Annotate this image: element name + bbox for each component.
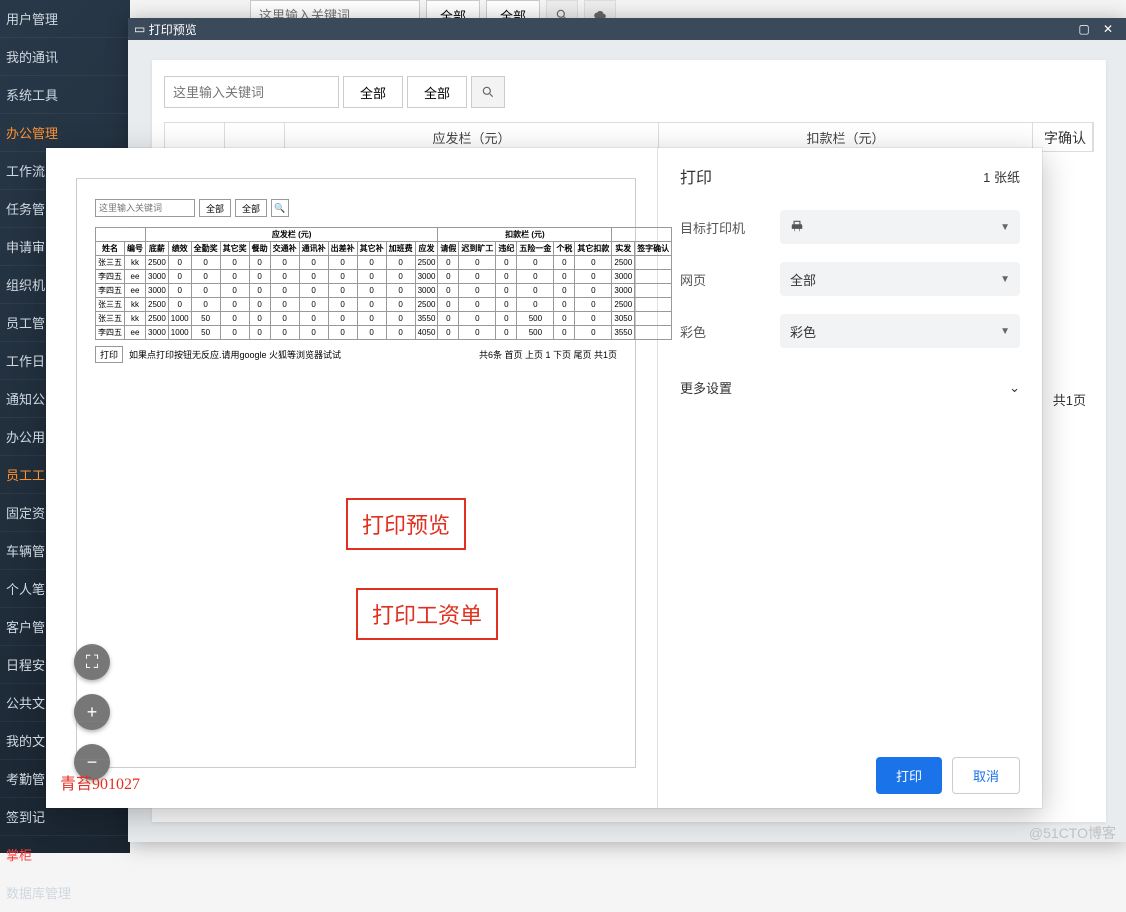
sidebar-item[interactable]: 组织机 xyxy=(0,266,130,304)
sidebar-item[interactable]: 通知公 xyxy=(0,380,130,418)
table-row: 张三五kk250010005000000003550000500003050 xyxy=(96,312,672,326)
more-settings[interactable]: 更多设置 ⌄ xyxy=(680,378,1020,397)
sidebar-item[interactable]: 我的文 xyxy=(0,722,130,760)
inner-select-2[interactable]: 全部 xyxy=(407,76,467,108)
more-label: 更多设置 xyxy=(680,378,732,397)
sidebar-item[interactable]: 任务管 xyxy=(0,190,130,228)
dest-label: 目标打印机 xyxy=(680,218,780,237)
color-label: 彩色 xyxy=(680,322,780,341)
inner-search-input[interactable] xyxy=(164,76,339,108)
print-dialog: 全部 全部 🔍 应发栏 (元)扣款栏 (元)姓名编号底薪绩效全勤奖其它奖餐助交通… xyxy=(46,148,1042,808)
sidebar-item[interactable]: 考勤管 xyxy=(0,760,130,798)
window-icon: ▭ xyxy=(134,22,145,36)
color-select[interactable]: 彩色 ▼ xyxy=(780,314,1020,348)
bg-pagecount: 共1页 xyxy=(1053,390,1086,409)
sidebar-item[interactable]: 客户管 xyxy=(0,608,130,646)
sidebar-item[interactable]: 工作日 xyxy=(0,342,130,380)
pages-value: 全部 xyxy=(790,270,816,289)
sidebar-item[interactable]: 固定资 xyxy=(0,494,130,532)
table-row: 李四五ee300010005000000004050000500003550 xyxy=(96,326,672,340)
table-row: 李四五ee300000000000030000000003000 xyxy=(96,270,672,284)
sidebar-item[interactable]: 数据库管理 xyxy=(0,874,130,912)
pv-print-hint: 如果点打印按钮无反应.请用google 火狐等浏览器试试 xyxy=(129,348,341,361)
annotation-preview: 打印预览 xyxy=(346,498,466,550)
bg-confirm-label: 字确认 xyxy=(1044,128,1086,148)
table-row: 李四五ee300000000000030000000003000 xyxy=(96,284,672,298)
chevron-down-icon: ⌄ xyxy=(1009,380,1020,396)
sidebar-item[interactable]: 用户管理 xyxy=(0,0,130,38)
search-icon[interactable] xyxy=(471,76,505,108)
sidebar-item[interactable]: 员工工 xyxy=(0,456,130,494)
print-settings-pane: 打印 1 张纸 目标打印机 ▼ 网页 全部 ▼ 彩色 彩色 ▼ xyxy=(658,148,1042,808)
printer-icon xyxy=(790,219,804,236)
pages-label: 网页 xyxy=(680,270,780,289)
sidebar: 用户管理我的通讯系统工具办公管理工作流任务管申请审组织机员工管工作日通知公办公用… xyxy=(0,0,130,853)
chevron-down-icon: ▼ xyxy=(1000,222,1010,233)
preview-page: 全部 全部 🔍 应发栏 (元)扣款栏 (元)姓名编号底薪绩效全勤奖其它奖餐助交通… xyxy=(76,178,636,768)
modal-titlebar: ▭ 打印预览 ▢ ✕ xyxy=(128,18,1126,40)
sidebar-item[interactable]: 签到记 xyxy=(0,798,130,836)
pv-select-1: 全部 xyxy=(199,199,231,217)
close-icon[interactable]: ✕ xyxy=(1096,22,1120,36)
print-button[interactable]: 打印 xyxy=(876,757,942,794)
sidebar-item[interactable]: 办公管理 xyxy=(0,114,130,152)
chevron-down-icon: ▼ xyxy=(1000,274,1010,285)
sidebar-item[interactable]: 公共文 xyxy=(0,684,130,722)
search-icon: 🔍 xyxy=(271,199,289,217)
sidebar-item[interactable]: 申请审 xyxy=(0,228,130,266)
sidebar-item[interactable]: 日程安 xyxy=(0,646,130,684)
dest-select[interactable]: ▼ xyxy=(780,210,1020,244)
sidebar-item[interactable]: 个人笔 xyxy=(0,570,130,608)
pv-pager: 共6条 首页 上页 1 下页 尾页 共1页 xyxy=(479,348,617,361)
modal-title: 打印预览 xyxy=(149,21,197,38)
table-row: 张三五kk250000000000025000000002500 xyxy=(96,298,672,312)
sheets-count: 1 张纸 xyxy=(983,167,1020,186)
sidebar-item[interactable]: 系统工具 xyxy=(0,76,130,114)
sidebar-item[interactable]: 我的通讯 xyxy=(0,38,130,76)
salary-table: 应发栏 (元)扣款栏 (元)姓名编号底薪绩效全勤奖其它奖餐助交通补通讯补出差补其… xyxy=(95,227,672,340)
preview-pane: 全部 全部 🔍 应发栏 (元)扣款栏 (元)姓名编号底薪绩效全勤奖其它奖餐助交通… xyxy=(46,148,658,808)
chevron-down-icon: ▼ xyxy=(1000,326,1010,337)
pages-select[interactable]: 全部 ▼ xyxy=(780,262,1020,296)
table-row: 张三五kk250000000000025000000002500 xyxy=(96,256,672,270)
pv-select-2: 全部 xyxy=(235,199,267,217)
annotation-payslip: 打印工资单 xyxy=(356,588,498,640)
sidebar-item[interactable]: 办公用 xyxy=(0,418,130,456)
sidebar-item[interactable]: 工作流 xyxy=(0,152,130,190)
sidebar-item[interactable]: 员工管 xyxy=(0,304,130,342)
print-title: 打印 xyxy=(680,164,712,188)
sidebar-item[interactable]: 掌柜 xyxy=(0,836,130,874)
inner-select-1[interactable]: 全部 xyxy=(343,76,403,108)
sidebar-item[interactable]: 车辆管 xyxy=(0,532,130,570)
cancel-button[interactable]: 取消 xyxy=(952,757,1020,794)
color-value: 彩色 xyxy=(790,322,816,341)
global-watermark: @51CTO博客 xyxy=(1029,823,1116,843)
maximize-icon[interactable]: ▢ xyxy=(1072,22,1096,36)
